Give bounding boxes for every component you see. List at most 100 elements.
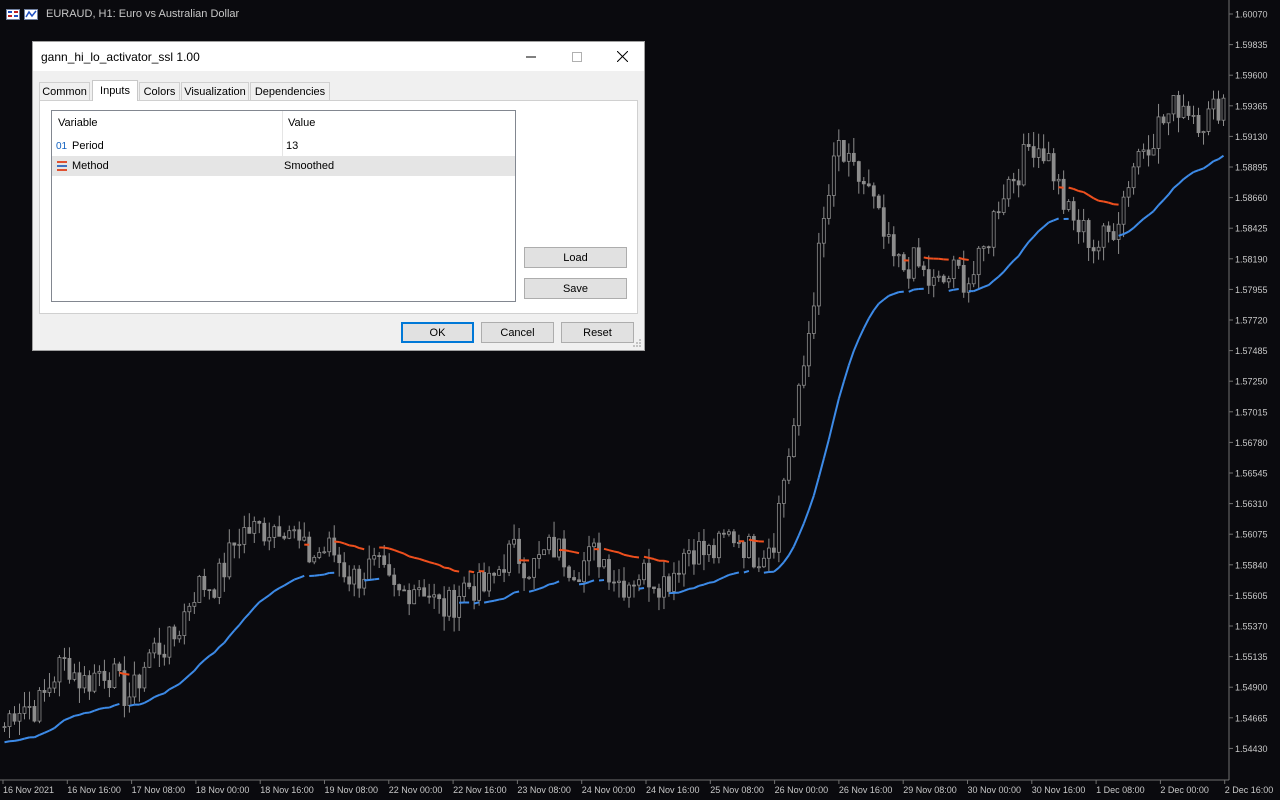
candle [517,528,521,574]
candle [372,547,377,566]
ssl-up-segment [783,554,790,563]
ssl-down-segment [119,671,125,675]
ssl-down-segment [958,256,964,261]
candle [262,517,267,546]
candle [122,656,127,718]
ssl-down-segment [343,542,350,547]
candle [741,540,746,569]
candle [402,585,407,592]
maximize-button[interactable] [554,42,600,71]
table-row[interactable]: 01 Period 13 [52,136,515,156]
candle [712,538,716,564]
minimize-button[interactable] [508,42,554,71]
ssl-up-segment [1177,178,1185,185]
ssl-down-segment [349,544,355,547]
candle [552,521,556,558]
price-label: 1.57485 [1235,346,1268,356]
price-axis[interactable]: 1.60070 1.59835 1.59600 1.59365 1.59130 1.588… [1229,10,1268,754]
ssl-up-segment [1032,230,1040,238]
ssl-down-segment [388,547,395,552]
ssl-up-segment [168,685,175,691]
ssl-up-segment [733,571,740,575]
ssl-down-segment [444,566,450,570]
candle [801,355,806,389]
ssl-up-segment [867,309,875,320]
candle [856,160,861,194]
reset-button[interactable]: Reset [561,322,634,343]
candle [512,524,516,548]
close-button[interactable] [599,42,645,71]
ssl-down-segment [393,549,400,553]
candle [1136,148,1141,175]
cell-divider [282,136,283,156]
param-value[interactable]: Smoothed [284,160,334,172]
ssl-up-segment [323,572,330,576]
ssl-up-segment [1002,265,1010,273]
candle [1086,218,1091,261]
candle [941,274,946,284]
candle [247,513,252,534]
candle [1036,133,1041,168]
candle [42,679,47,702]
time-axis[interactable]: 16 Nov 2021 16 Nov 16:00 17 Nov 08:00 18 No… [2,780,1273,795]
ssl-up-segment [268,590,275,596]
ssl-up-segment [1193,169,1199,173]
ssl-up-segment [708,581,715,584]
ok-button[interactable]: OK [401,322,474,343]
candle [1046,141,1051,162]
candle [976,246,981,290]
tab-colors[interactable]: Colors [139,82,180,100]
param-name: Method [72,160,109,172]
candle [916,238,921,268]
chart-window-icon [6,8,20,20]
ssl-up-segment [273,587,280,592]
candle [851,137,856,166]
candle [582,551,586,593]
candle [761,550,766,568]
column-header-variable[interactable]: Variable [58,117,98,129]
candle [197,574,202,603]
cancel-button[interactable]: Cancel [481,322,554,343]
ssl-down-segment [623,553,630,557]
dialog-titlebar[interactable]: gann_hi_lo_activator_ssl 1.00 [33,42,644,71]
tab-visualization[interactable]: Visualization [181,82,249,100]
candle [901,252,906,272]
candle [352,565,357,597]
ssl-up-segment [1132,222,1140,229]
ssl-up-segment [1137,218,1145,224]
resize-grip-icon[interactable] [632,338,642,348]
candle [871,182,876,209]
tab-dependencies[interactable]: Dependencies [250,82,330,100]
candle [881,194,886,249]
candle [367,545,372,582]
param-value[interactable]: 13 [286,140,298,152]
save-button[interactable]: Save [524,278,627,299]
candle [682,548,686,587]
ssl-down-segment [1083,191,1090,196]
candle [1021,133,1026,187]
table-row[interactable]: Method Smoothed [52,156,515,176]
ssl-up-segment [483,600,490,604]
flag-icon [24,8,38,20]
candle [267,522,272,551]
ssl-up-segment [253,601,261,609]
ssl-up-segment [1027,235,1035,243]
time-label: 24 Nov 00:00 [582,785,636,795]
candle [1121,190,1126,238]
price-label: 1.56545 [1235,469,1268,479]
column-header-value[interactable]: Value [288,117,315,129]
candle [537,541,541,569]
ssl-up-segment [862,318,870,329]
candle [347,565,352,592]
ssl-up-segment [1053,217,1060,222]
load-button[interactable]: Load [524,247,627,268]
ssl-up-segment [533,587,540,592]
candle [821,206,826,258]
candle [227,529,232,580]
tab-common[interactable]: Common [39,82,90,100]
ssl-up-segment [973,288,980,293]
candle [1011,172,1016,194]
ssl-up-segment [228,629,236,637]
column-divider[interactable] [282,111,283,136]
tab-inputs[interactable]: Inputs [92,80,138,101]
